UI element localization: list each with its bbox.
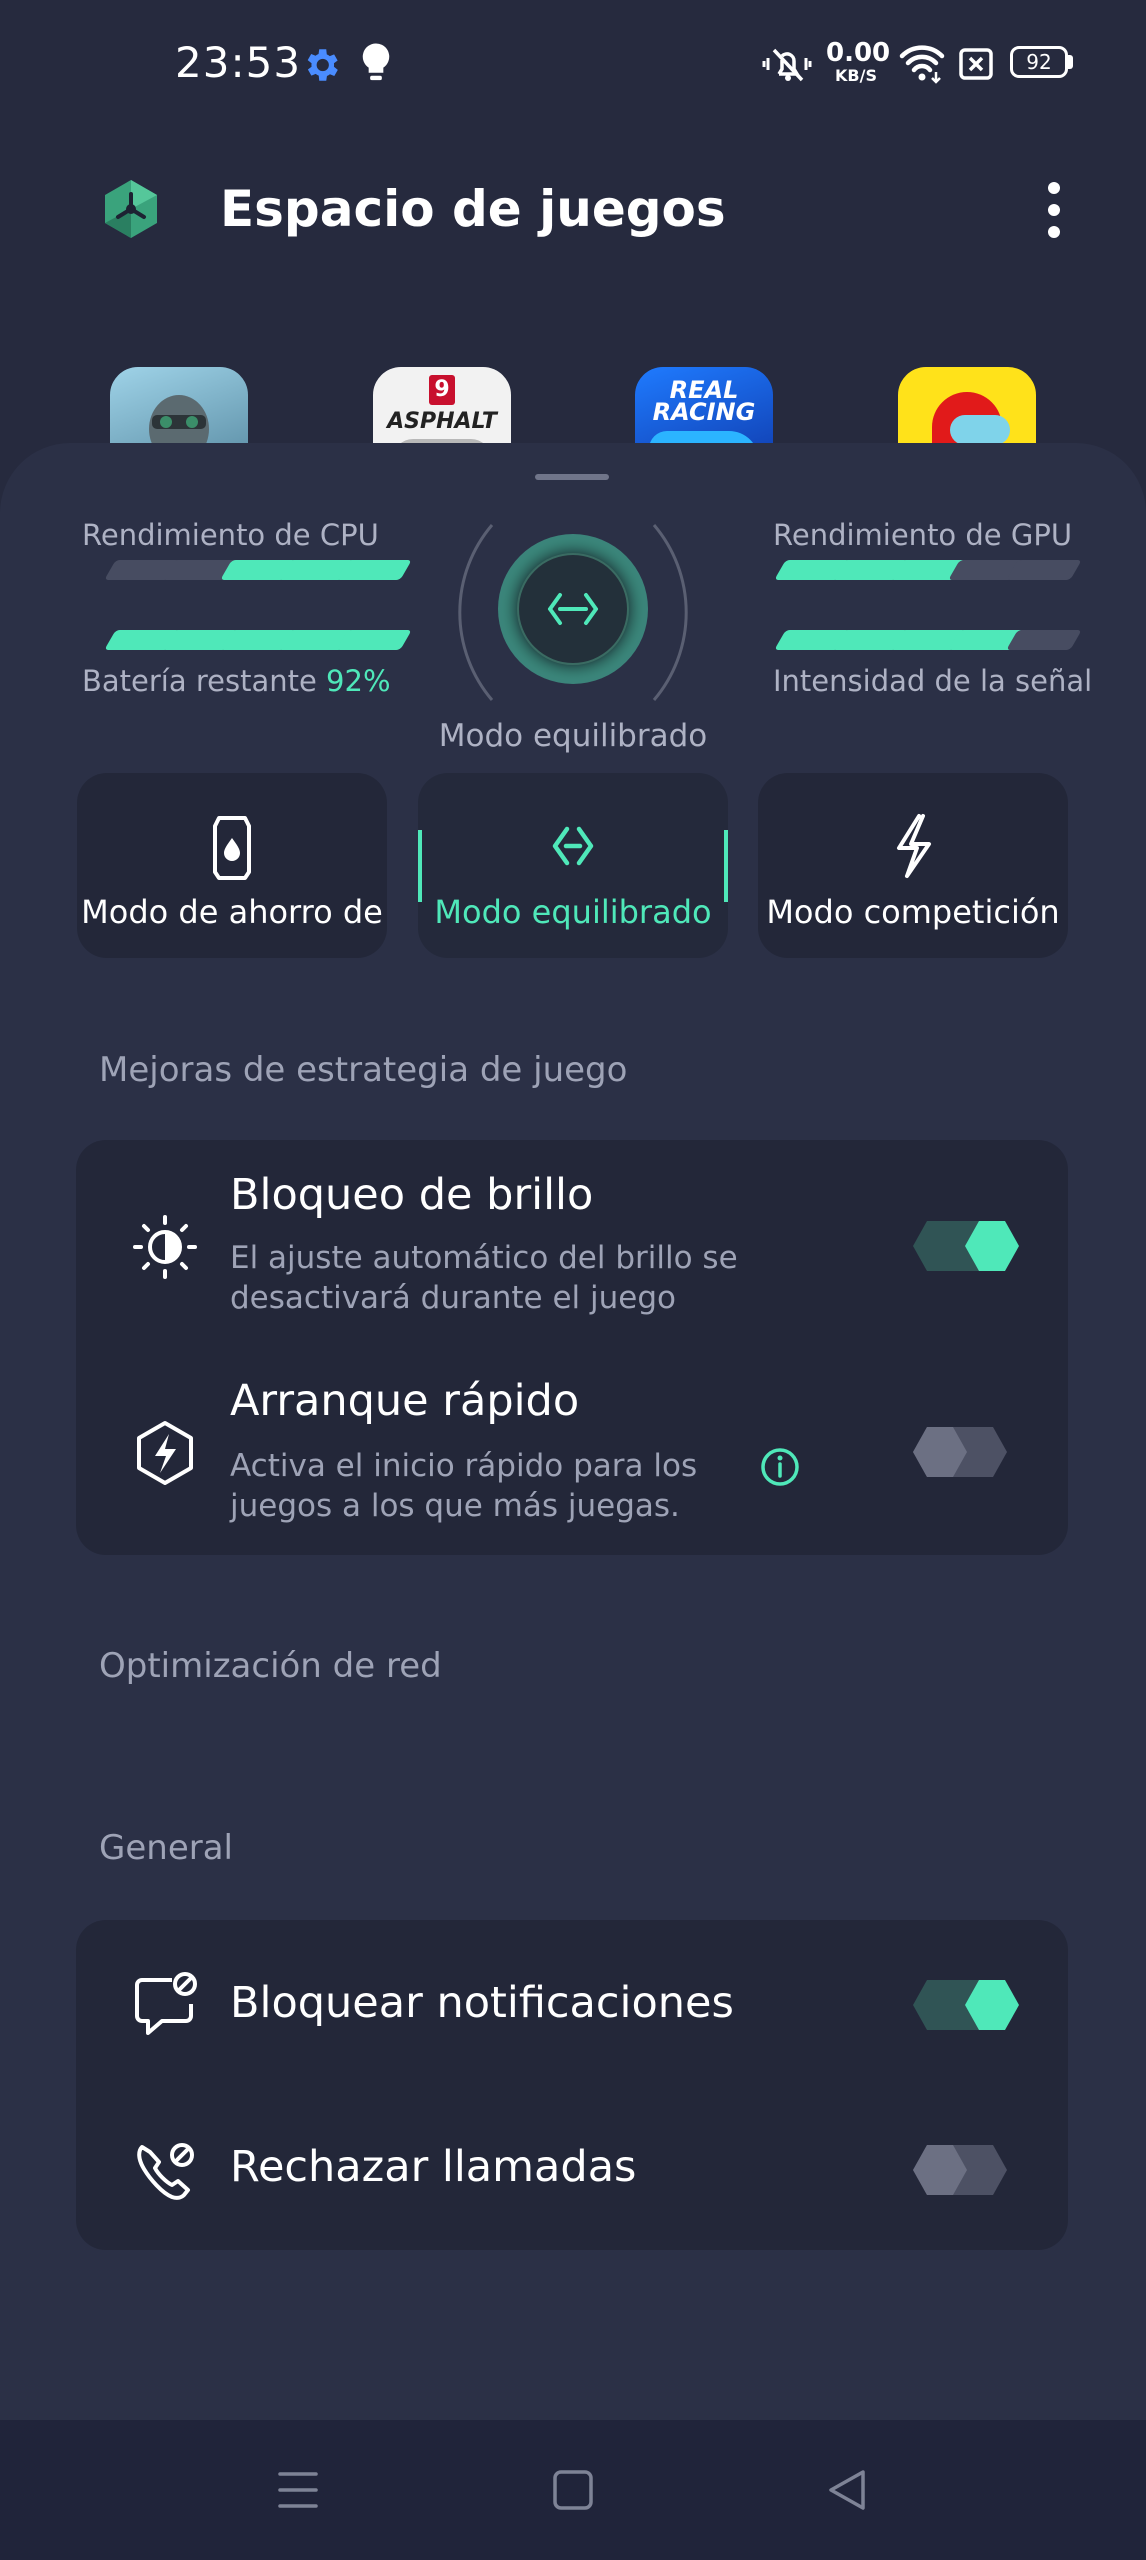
net-speed-value: 0.00 bbox=[826, 38, 891, 68]
menu-nav-icon[interactable] bbox=[268, 2462, 328, 2518]
back-nav-icon[interactable] bbox=[817, 2462, 877, 2518]
block-notifications-title: Bloquear notificaciones bbox=[230, 1978, 734, 2028]
level-bar bbox=[1006, 630, 1082, 650]
general-section-title: General bbox=[99, 1828, 233, 1868]
cpu-level-bars bbox=[104, 560, 412, 582]
sim-icon bbox=[959, 48, 993, 80]
battery-level: 92 bbox=[1010, 46, 1068, 78]
mode-label: Modo competición bbox=[766, 893, 1060, 931]
lightning-icon bbox=[897, 814, 931, 878]
cpu-label: Rendimiento de CPU bbox=[82, 518, 379, 552]
level-bar bbox=[336, 560, 412, 580]
level-bar bbox=[1006, 560, 1082, 580]
mute-vibrate-icon bbox=[762, 48, 812, 82]
active-edge-left bbox=[418, 830, 470, 902]
battery-value: 92% bbox=[326, 664, 391, 698]
mode-card-battery-saver[interactable]: Modo de ahorro de bbox=[77, 773, 387, 958]
net-speed: 0.00 KB/S bbox=[826, 38, 891, 88]
current-mode-label: Modo equilibrado bbox=[438, 718, 708, 754]
quick-start-icon bbox=[137, 1421, 193, 1485]
mode-label: Modo equilibrado bbox=[434, 893, 712, 931]
reject-calls-title: Rechazar llamadas bbox=[230, 2142, 637, 2192]
brightness-lock-toggle[interactable] bbox=[913, 1221, 1019, 1271]
strategy-card: Bloqueo de brillo El ajuste automático d… bbox=[76, 1140, 1068, 1555]
gpu-label: Rendimiento de GPU bbox=[773, 518, 1073, 552]
sheet-grabber[interactable] bbox=[535, 474, 609, 480]
signal-label: Intensidad de la señal bbox=[773, 664, 1093, 698]
level-bar bbox=[336, 630, 412, 650]
block-notifications-toggle[interactable] bbox=[913, 1980, 1019, 2030]
status-time: 23:53 bbox=[175, 38, 302, 87]
network-section-title[interactable]: Optimización de red bbox=[99, 1646, 442, 1686]
gpu-level-bars bbox=[774, 560, 1082, 582]
battery-saver-icon bbox=[213, 816, 251, 880]
quick-start-toggle[interactable] bbox=[913, 1427, 1019, 1477]
quick-start-desc: Activa el inicio rápido para los juegos … bbox=[230, 1448, 698, 1524]
brightness-lock-title: Bloqueo de brillo bbox=[230, 1170, 594, 1220]
real-racing-label: REAL RACING bbox=[652, 376, 756, 426]
mode-gauge bbox=[458, 524, 688, 701]
balanced-mode-icon bbox=[552, 826, 594, 866]
page-title: Espacio de juegos bbox=[220, 180, 726, 238]
asphalt-badge: 9 bbox=[429, 375, 455, 405]
settings-gear-icon bbox=[307, 49, 338, 81]
signal-level-bars bbox=[774, 630, 1082, 652]
brightness-icon bbox=[133, 1215, 197, 1279]
quick-start-title: Arranque rápido bbox=[230, 1376, 580, 1426]
wifi-icon bbox=[899, 45, 945, 84]
home-nav-icon[interactable] bbox=[543, 2462, 603, 2518]
battery-level-bars bbox=[104, 630, 412, 652]
block-notifications-icon bbox=[135, 1972, 197, 2035]
mode-card-competition[interactable]: Modo competición bbox=[758, 773, 1068, 958]
active-edge-right bbox=[676, 830, 728, 902]
reject-calls-icon bbox=[137, 2143, 194, 2200]
more-options-button[interactable] bbox=[1030, 178, 1078, 242]
battery-label-text: Batería restante bbox=[82, 664, 317, 698]
asphalt-label: ASPHALT bbox=[387, 409, 497, 434]
mode-label: Modo de ahorro de bbox=[81, 893, 383, 931]
reject-calls-toggle[interactable] bbox=[913, 2145, 1019, 2195]
battery-icon: 92 bbox=[1010, 40, 1074, 88]
info-icon[interactable] bbox=[759, 1446, 801, 1488]
status-bar: 23:53 0.00 KB/S 92 bbox=[0, 0, 1146, 130]
bulb-icon bbox=[362, 43, 390, 81]
strategy-section-title: Mejoras de estrategia de juego bbox=[99, 1050, 628, 1090]
net-speed-unit: KB/S bbox=[835, 66, 877, 85]
battery-label: Batería restante 92% bbox=[82, 664, 391, 698]
mode-card-balanced[interactable]: Modo equilibrado bbox=[418, 773, 728, 958]
general-card: Bloquear notificaciones Rechazar llamada… bbox=[76, 1920, 1068, 2250]
brightness-lock-desc: El ajuste automático del brillo se desac… bbox=[230, 1240, 738, 1316]
game-space-logo-icon bbox=[105, 180, 157, 238]
